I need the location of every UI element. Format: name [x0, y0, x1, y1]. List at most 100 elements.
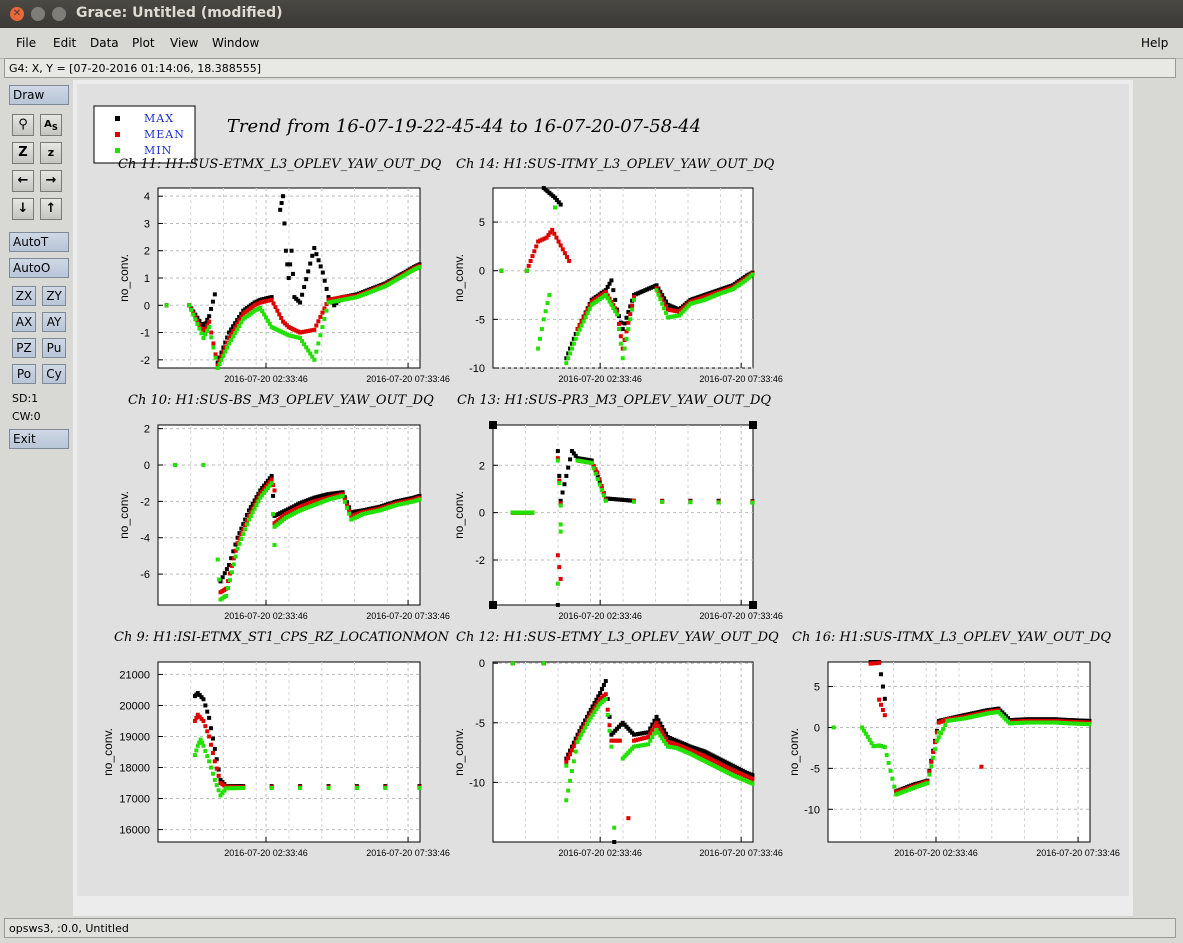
data-point [201, 463, 206, 467]
plot-5[interactable]: 16000 17000 18000 19000 20000 21000 2016-07-20… [101, 630, 450, 858]
data-point [598, 690, 603, 695]
data-point [245, 522, 250, 527]
data-point [278, 207, 283, 212]
data-point [925, 781, 930, 786]
data-point [203, 724, 208, 729]
y-tick-label: -10 [469, 363, 485, 375]
data-point [927, 772, 932, 777]
plot-3[interactable]: -6 -4 -2 0 2 2016-07-20 02:33:46 2016-07-20 07… [117, 393, 450, 621]
data-point [555, 603, 560, 607]
data-point [558, 243, 563, 248]
data-point [573, 336, 578, 341]
data-point [207, 715, 212, 720]
data-point [555, 458, 560, 463]
selection-handle[interactable] [489, 601, 497, 609]
data-point [577, 327, 582, 332]
data-point [564, 473, 569, 478]
data-point [750, 781, 755, 786]
data-point [275, 308, 280, 313]
data-point [207, 759, 212, 764]
data-point [938, 731, 943, 736]
plot-area: -2-1012342016-07-20 02:33:46 2016-07-20 0… [101, 157, 1120, 858]
plot-6[interactable]: -10 -5 0 2016-07-20 02:33:46 2016-07-20 07:3… [452, 630, 783, 858]
data-point [566, 465, 571, 470]
x-tick-label: 2016-07-20 07:33:46 [699, 848, 783, 858]
data-point [322, 316, 327, 321]
data-point [213, 352, 218, 357]
plot-title: Ch 16: H1:SUS-ITMX_L3_OPLEV_YAW_OUT_DQ [792, 630, 1111, 645]
data-point [312, 246, 317, 250]
data-point [252, 506, 257, 511]
x-tick-label: 2016-07-20 07:33:46 [366, 848, 450, 858]
data-point [931, 755, 936, 760]
y-tick-label: -5 [810, 763, 820, 775]
legend-marker-mean [115, 132, 120, 137]
y-tick-label: 19000 [119, 731, 150, 743]
data-point [888, 768, 893, 773]
data-point [210, 751, 215, 756]
data-point [212, 292, 217, 297]
plot-1[interactable]: -2 -1 0 1 2 3 4 2016-07-20 02:33:46 2016-07-20 0… [117, 157, 450, 384]
data-point [194, 748, 199, 753]
plot-4[interactable]: -2 0 2 2016-07-20 02:33:46 2016-07-20 07:33:… [452, 393, 783, 621]
data-point [201, 718, 206, 723]
y-tick-label: -10 [804, 804, 820, 816]
data-point [209, 330, 214, 335]
plot-2[interactable]: -10 -5 0 5 2016-07-20 02:33:46 2016-07-20 07:… [452, 157, 783, 384]
data-point [877, 660, 882, 665]
data-point [273, 305, 278, 310]
data-point [569, 769, 574, 774]
data-point [879, 702, 884, 707]
data-point [344, 505, 349, 510]
selection-handle[interactable] [749, 421, 757, 429]
y-tick-label: 18000 [119, 763, 150, 775]
plot-7[interactable]: -10 -5 0 5 2016-07-20 02:33:46 2016-07-20 07:… [787, 630, 1120, 858]
selection-handle[interactable] [489, 421, 497, 429]
data-point [210, 771, 215, 776]
selection-handle[interactable] [749, 601, 757, 609]
data-point [254, 503, 259, 507]
data-point [750, 272, 755, 277]
data-point [239, 320, 244, 325]
y-tick-label: 0 [479, 658, 485, 670]
data-point [312, 327, 317, 332]
data-point [288, 262, 293, 267]
data-point [417, 265, 422, 270]
data-point [235, 327, 240, 332]
y-tick-label: 20000 [119, 700, 150, 712]
data-point [199, 331, 204, 336]
data-point [229, 570, 234, 575]
data-point [304, 277, 309, 282]
data-point [557, 565, 562, 570]
data-point [316, 319, 321, 324]
y-tick-label: -2 [475, 555, 485, 567]
data-point [534, 244, 539, 249]
data-point [603, 679, 608, 684]
data-point [558, 522, 563, 527]
data-point [320, 325, 325, 330]
data-point [217, 361, 222, 366]
data-point [626, 327, 631, 332]
data-point [607, 723, 612, 728]
data-point [589, 460, 594, 465]
data-point [237, 541, 242, 546]
data-point [220, 575, 225, 580]
data-point [880, 708, 885, 712]
data-point [173, 463, 178, 467]
data-point [302, 284, 307, 289]
data-point [383, 786, 388, 790]
data-point [556, 239, 561, 244]
data-point [250, 510, 255, 515]
data-point [877, 697, 882, 702]
data-point [617, 738, 622, 743]
data-point [545, 301, 550, 306]
y-tick-label: 17000 [119, 794, 150, 806]
y-axis-label: no_conv. [452, 491, 466, 539]
data-point [209, 335, 214, 340]
data-point [929, 759, 934, 764]
data-point [620, 327, 625, 332]
data-point [320, 270, 325, 275]
data-point [342, 499, 347, 504]
data-point [354, 786, 359, 790]
data-point [543, 309, 548, 314]
